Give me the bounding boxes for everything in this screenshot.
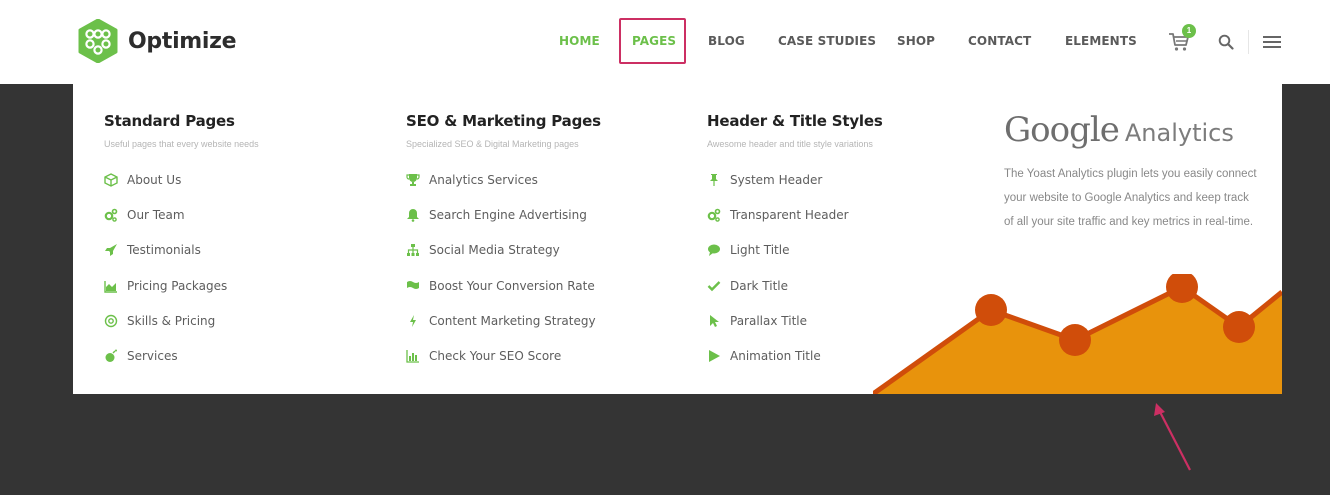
column-title: Standard Pages [104, 112, 235, 130]
bomb-icon [105, 349, 117, 362]
link-label: Light Title [730, 243, 790, 257]
cart-count-badge: 1 [1182, 24, 1196, 38]
link-pricing-packages[interactable]: Pricing Packages [104, 279, 227, 293]
link-content-marketing-strategy[interactable]: Content Marketing Strategy [406, 314, 596, 328]
header-divider [1248, 30, 1249, 54]
google-analytics-logo: Google Analytics [1004, 110, 1234, 150]
column-subtitle: Awesome header and title style variation… [707, 139, 873, 149]
link-search-engine-advertising[interactable]: Search Engine Advertising [406, 208, 587, 222]
rocket-icon [105, 244, 117, 256]
bolt-icon [410, 315, 416, 327]
column-subtitle: Specialized SEO & Digital Marketing page… [406, 139, 579, 149]
link-transparent-header[interactable]: Transparent Header [707, 208, 849, 222]
link-label: Check Your SEO Score [429, 349, 562, 363]
column-title: Header & Title Styles [707, 112, 883, 130]
link-parallax-title[interactable]: Parallax Title [707, 314, 807, 328]
link-label: Content Marketing Strategy [429, 314, 596, 328]
annotation-arrow [1154, 403, 1191, 471]
site-header: Optimize HOME PAGES BLOG CASE STUDIES SH… [0, 0, 1330, 84]
link-boost-conversion-rate[interactable]: Boost Your Conversion Rate [406, 279, 595, 293]
promo-description: The Yoast Analytics plugin lets you easi… [1004, 168, 1257, 228]
link-label: Dark Title [730, 279, 789, 293]
analytics-logo-word: Analytics [1124, 119, 1234, 147]
link-analytics-services[interactable]: Analytics Services [406, 173, 538, 187]
bell-icon [407, 209, 419, 222]
thumbtack-icon [710, 174, 718, 186]
link-system-header[interactable]: System Header [707, 173, 822, 187]
link-our-team[interactable]: Our Team [104, 208, 185, 222]
bar-chart-icon [406, 350, 419, 363]
link-label: Testimonials [127, 243, 201, 257]
link-label: Transparent Header [730, 208, 849, 222]
hamburger-menu-icon[interactable] [1262, 34, 1282, 50]
link-check-seo-score[interactable]: Check Your SEO Score [406, 349, 561, 363]
comment-icon [708, 244, 720, 256]
search-icon[interactable] [1218, 34, 1234, 50]
link-label: Analytics Services [429, 173, 538, 187]
pages-mega-menu: Standard Pages Useful pages that every w… [73, 84, 1282, 394]
column-subtitle: Useful pages that every website needs [104, 139, 259, 149]
cogs-icon [104, 208, 118, 222]
nav-blog[interactable]: BLOG [708, 34, 745, 48]
link-label: About Us [127, 173, 182, 187]
link-label: Parallax Title [730, 314, 807, 328]
link-label: Pricing Packages [127, 279, 228, 293]
link-label: System Header [730, 173, 823, 187]
pages-highlight-box [619, 18, 686, 64]
link-label: Search Engine Advertising [429, 208, 587, 222]
link-skills-pricing[interactable]: Skills & Pricing [104, 314, 215, 328]
cogs-icon [707, 208, 721, 222]
google-logo-word: Google [1004, 110, 1120, 150]
site-logo[interactable]: Optimize [76, 19, 237, 63]
mouse-pointer-icon [710, 315, 719, 327]
play-icon [709, 350, 720, 362]
link-social-media-strategy[interactable]: Social Media Strategy [406, 243, 560, 257]
link-services[interactable]: Services [104, 349, 178, 363]
trophy-icon [406, 174, 420, 186]
nav-case-studies[interactable]: CASE STUDIES [778, 34, 876, 48]
link-label: Skills & Pricing [127, 314, 216, 328]
area-chart-icon [104, 281, 117, 293]
logo-hexagon-icon [78, 19, 118, 63]
link-label: Animation Title [730, 349, 821, 363]
cube-icon [104, 173, 118, 187]
link-label: Services [127, 349, 178, 363]
nav-home[interactable]: HOME [559, 34, 600, 48]
nav-shop[interactable]: SHOP [897, 34, 935, 48]
link-about-us[interactable]: About Us [104, 173, 181, 187]
flag-icon [407, 281, 419, 289]
analytics-chart-illustration [873, 274, 1282, 394]
link-light-title[interactable]: Light Title [707, 243, 789, 257]
nav-contact[interactable]: CONTACT [968, 34, 1031, 48]
link-label: Our Team [127, 208, 185, 222]
link-label: Social Media Strategy [429, 243, 560, 257]
link-label: Boost Your Conversion Rate [429, 279, 595, 293]
nav-elements[interactable]: ELEMENTS [1065, 34, 1137, 48]
logo-text: Optimize [128, 28, 237, 54]
column-title: SEO & Marketing Pages [406, 112, 601, 130]
link-dark-title[interactable]: Dark Title [707, 279, 788, 293]
sitemap-icon [407, 244, 419, 256]
link-testimonials[interactable]: Testimonials [104, 243, 201, 257]
at-icon [104, 314, 118, 328]
link-animation-title[interactable]: Animation Title [707, 349, 821, 363]
check-icon [707, 281, 721, 292]
